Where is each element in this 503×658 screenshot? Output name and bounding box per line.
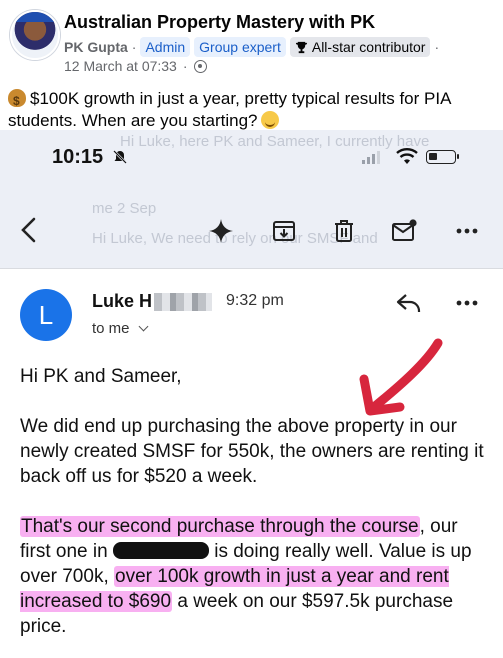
- post-text: $100K growth in just a year, pretty typi…: [8, 88, 498, 132]
- post-header: Australian Property Mastery with PK PK G…: [0, 0, 503, 150]
- mark-unread-icon[interactable]: [391, 217, 419, 245]
- post-date[interactable]: 12 March at 07:33 ·: [64, 58, 207, 74]
- wifi-icon: [396, 148, 418, 164]
- sender-name[interactable]: Luke H: [92, 291, 213, 312]
- email-toolbar-area: Hi Luke, here PK and Sameer, I currently…: [0, 130, 503, 268]
- post-body: $100K growth in just a year, pretty typi…: [8, 89, 451, 130]
- trash-icon[interactable]: [330, 217, 358, 245]
- email-greeting: Hi PK and Sameer,: [20, 366, 182, 387]
- back-icon[interactable]: [14, 216, 42, 244]
- chevron-down-icon: [138, 321, 148, 332]
- divider: [0, 268, 503, 269]
- redacted-surname: [154, 292, 213, 311]
- reply-icon[interactable]: [395, 289, 423, 317]
- separator: ·: [131, 39, 137, 55]
- group-expert-badge: Group expert: [194, 37, 286, 57]
- sparkle-icon[interactable]: [207, 217, 235, 245]
- signal-icon: [362, 150, 380, 164]
- archive-icon[interactable]: [270, 217, 298, 245]
- background-preview-line: me 2 Sep: [92, 200, 157, 217]
- trophy-icon: [295, 41, 307, 53]
- recipient-text: to me: [92, 320, 130, 337]
- sender-avatar[interactable]: L: [20, 289, 72, 341]
- email-paragraph: We did end up purchasing the above prope…: [20, 416, 484, 487]
- author-name[interactable]: PK Gupta: [64, 39, 128, 55]
- email-more-icon[interactable]: [453, 289, 481, 317]
- status-time: 10:15: [52, 146, 104, 168]
- email-screenshot: Hi Luke, here PK and Sameer, I currently…: [0, 130, 503, 658]
- email-paragraph: That's our second purchase through the c…: [20, 514, 490, 639]
- recipient-toggle[interactable]: to me: [92, 320, 148, 337]
- sender-name-text: Luke H: [92, 291, 153, 311]
- smile-emoji-icon: [261, 111, 280, 129]
- more-options-icon[interactable]: [453, 217, 481, 245]
- highlight: That's our second purchase through the c…: [20, 516, 420, 537]
- group-avatar[interactable]: [10, 10, 60, 60]
- bell-off-icon: [113, 150, 127, 164]
- all-star-label: All-star contributor: [311, 39, 426, 55]
- all-star-badge: All-star contributor: [289, 37, 431, 57]
- separator: ·: [182, 58, 188, 74]
- admin-badge: Admin: [140, 37, 191, 57]
- background-preview-line: Hi Luke, here PK and Sameer, I currently…: [120, 133, 430, 150]
- email-time: 9:32 pm: [226, 292, 284, 309]
- post-date-text: 12 March at 07:33: [64, 58, 177, 74]
- separator: ·: [434, 39, 440, 55]
- post-meta: PK Gupta · Admin Group expert All-star c…: [64, 37, 439, 57]
- redacted-location: [112, 542, 209, 559]
- group-name[interactable]: Australian Property Mastery with PK: [64, 12, 375, 33]
- money-bag-icon: [8, 89, 26, 112]
- battery-icon: [426, 150, 459, 164]
- globe-icon: [193, 59, 207, 73]
